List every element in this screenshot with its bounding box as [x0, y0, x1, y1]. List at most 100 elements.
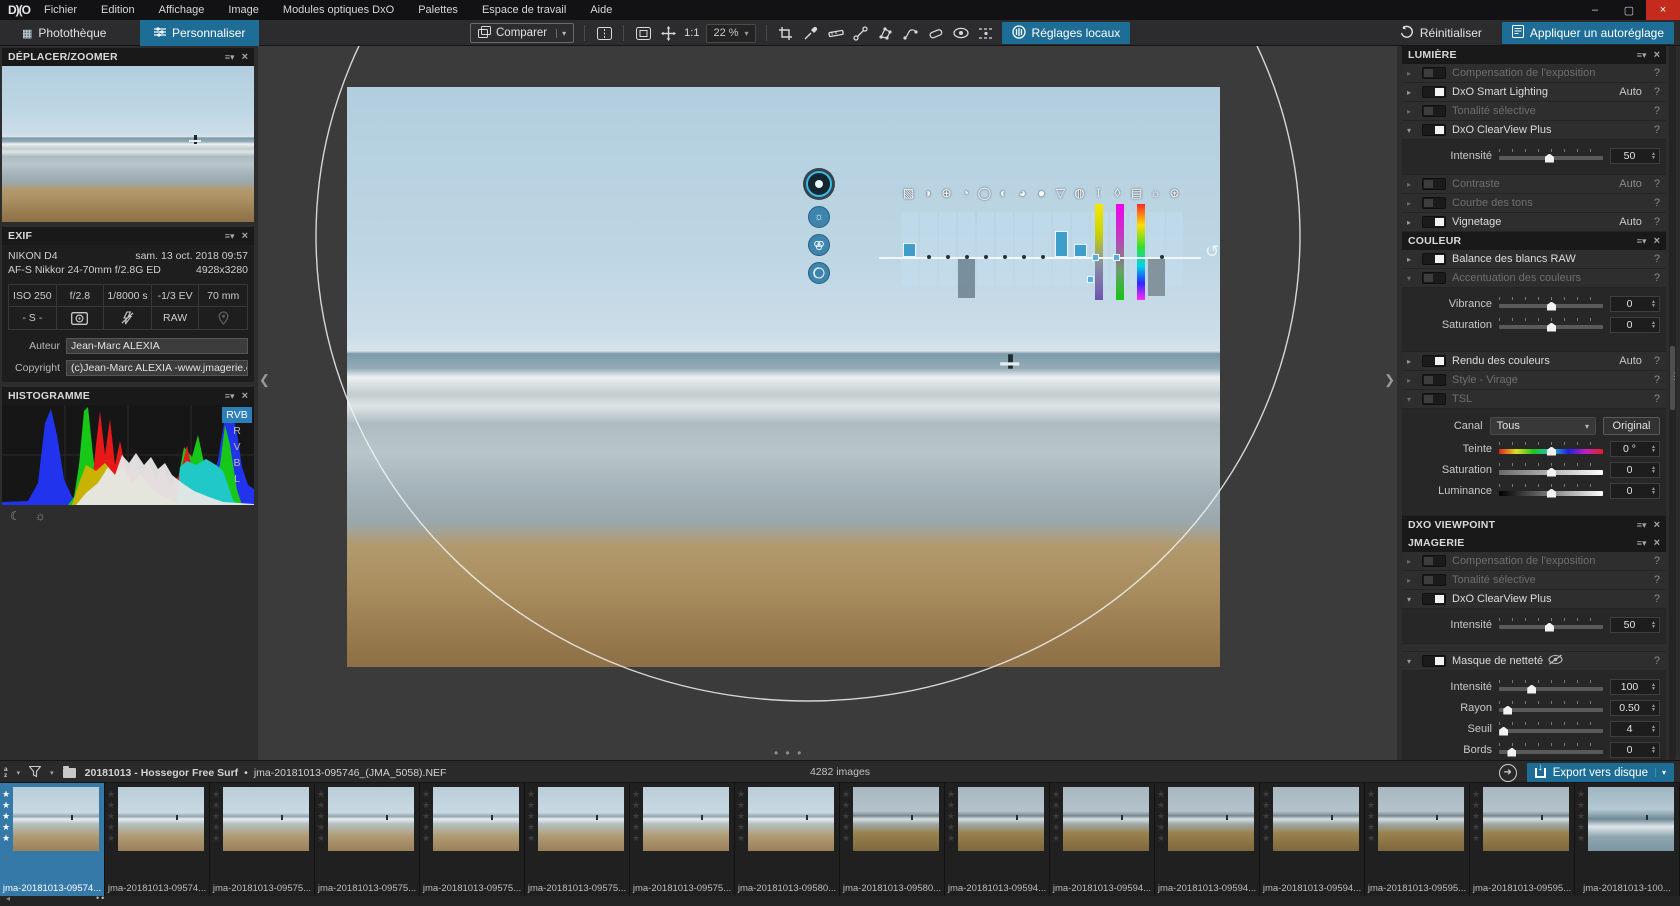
channel-v[interactable]: V — [222, 439, 252, 455]
filmstrip-thumbnail[interactable]: ★★★★★ jma-20181013-100... — [1575, 783, 1680, 896]
row-jm-clearview[interactable]: ▾ DxO ClearView Plus ? — [1402, 590, 1666, 609]
caret-icon[interactable]: ▾ — [1407, 395, 1416, 404]
crop-tool-icon[interactable] — [777, 24, 795, 42]
row-tsl[interactable]: ▾ TSL ? — [1402, 390, 1666, 409]
equalizer-handle[interactable] — [1092, 254, 1099, 261]
help-icon[interactable]: ? — [1654, 355, 1660, 367]
horizon-tool-icon[interactable] — [827, 24, 845, 42]
row-masque-nettete[interactable]: ▾ Masque de netteté ? — [1402, 652, 1666, 671]
stepper-icon[interactable]: ▲▼ — [1648, 152, 1659, 160]
equalizer-bar[interactable] — [1074, 244, 1087, 257]
show-mask-eye-icon[interactable] — [952, 24, 970, 42]
gradient-strip-temperature[interactable] — [1095, 204, 1103, 300]
channel-l[interactable]: L — [222, 471, 252, 487]
teinte-value[interactable]: 0 °▲▼ — [1610, 441, 1660, 457]
filmstrip-thumbnail[interactable]: ★★★★★ jma-20181013-09575... — [420, 783, 525, 896]
toggle[interactable] — [1422, 374, 1446, 386]
adjustment-channel-icon[interactable]: ● — [1035, 185, 1048, 200]
adjustment-channel-icon[interactable]: ▽ — [1054, 185, 1067, 200]
star-rating[interactable]: ★★★★★ — [842, 789, 850, 844]
stepper-icon[interactable]: ▲▼ — [1648, 746, 1659, 754]
color-settings-button[interactable] — [808, 234, 830, 256]
adjustment-channel-icon[interactable]: ⊛ — [1168, 185, 1181, 200]
caret-icon[interactable]: ▸ — [1407, 218, 1416, 227]
panel-menu-icon[interactable]: ≡▾ — [1637, 538, 1647, 549]
filmstrip-thumbnail[interactable]: ★★★★★ jma-20181013-09575... — [630, 783, 735, 896]
panel-close-icon[interactable]: × — [1654, 537, 1660, 549]
filmstrip-thumbnail[interactable]: ★★★★★ jma-20181013-09594... — [945, 783, 1050, 896]
maximize-button[interactable]: ▢ — [1612, 0, 1646, 20]
caret-icon[interactable]: ▸ — [1407, 576, 1416, 585]
help-icon[interactable]: ? — [1654, 216, 1660, 228]
toggle[interactable] — [1422, 355, 1446, 367]
luminance-value[interactable]: 0▲▼ — [1610, 483, 1660, 499]
stepper-icon[interactable]: ▲▼ — [1648, 300, 1659, 308]
highlight-clipping-icon[interactable]: ☼ — [35, 509, 46, 523]
panel-close-icon[interactable]: × — [242, 51, 248, 63]
menu-aide[interactable]: Aide — [590, 4, 612, 16]
star-rating[interactable]: ★★★★★ — [1262, 789, 1270, 844]
gradient-strip-hue[interactable] — [1137, 204, 1145, 300]
star-rating[interactable]: ★★★★★ — [1367, 789, 1375, 844]
scroll-left-icon[interactable]: ◂ — [6, 894, 10, 903]
adjustment-channel-icon[interactable]: ◊ — [1111, 185, 1124, 200]
toggle[interactable] — [1422, 655, 1446, 667]
stepper-icon[interactable]: ▲▼ — [1648, 704, 1659, 712]
help-icon[interactable]: ? — [1654, 67, 1660, 79]
filmstrip-thumbnail[interactable]: ★★★★★ jma-20181013-09594... — [1260, 783, 1365, 896]
caret-icon[interactable]: ▾ — [1407, 274, 1416, 283]
sort-icon[interactable]: az — [4, 767, 8, 779]
menu-fichier[interactable]: Fichier — [44, 4, 77, 16]
masque-intensity-slider[interactable] — [1499, 679, 1603, 695]
help-icon[interactable]: ? — [1654, 105, 1660, 117]
row-courbe-des-tons[interactable]: ▸ Courbe des tons ? — [1402, 194, 1666, 213]
caret-icon[interactable]: ▸ — [1407, 255, 1416, 264]
toggle[interactable] — [1422, 216, 1446, 228]
toggle[interactable] — [1422, 197, 1446, 209]
star-rating[interactable]: ★★★★★ — [1472, 789, 1480, 844]
reinitialiser-button[interactable]: Réinitialiser — [1392, 22, 1490, 44]
row-contraste[interactable]: ▸ Contraste Auto ? — [1402, 175, 1666, 194]
equalizer-bar[interactable] — [1055, 231, 1068, 257]
local-adjust-equalizer[interactable] — [901, 212, 1183, 286]
luminance-slider[interactable] — [1499, 483, 1603, 499]
filmstrip-thumbnail[interactable]: ★★★★★ jma-20181013-09575... — [210, 783, 315, 896]
help-icon[interactable]: ? — [1654, 124, 1660, 136]
current-folder[interactable]: 20181013 - Hossegor Free Surf — [85, 767, 239, 779]
adjustment-channel-icon[interactable]: ◐ — [997, 185, 1010, 200]
filmstrip-thumbnail[interactable]: ★★★★★ jma-20181013-09594... — [1155, 783, 1260, 896]
help-icon[interactable]: ? — [1654, 593, 1660, 605]
zoom-level-select[interactable]: 22 %▾ — [706, 24, 755, 43]
star-rating[interactable]: ★★★★★ — [1157, 789, 1165, 844]
split-view-icon[interactable] — [595, 24, 613, 42]
row-tonalite-selective[interactable]: ▸ Tonalité sélective ? — [1402, 102, 1666, 121]
collapse-right-panel-chevron[interactable]: ❯ — [1384, 372, 1395, 388]
appliquer-autoreglage-button[interactable]: Appliquer un autoréglage — [1502, 22, 1674, 44]
caret-icon[interactable]: ▸ — [1407, 357, 1416, 366]
filmstrip-thumbnail[interactable]: ★★★★★ jma-20181013-09595... — [1470, 783, 1575, 896]
star-rating[interactable]: ★★★★★ — [422, 789, 430, 844]
export-vers-disque-button[interactable]: Export vers disque ▾ — [1527, 763, 1674, 782]
control-polygon-icon[interactable] — [877, 24, 895, 42]
equalizer-negative-bar[interactable] — [958, 258, 975, 298]
filmstrip-thumbnail[interactable]: ★★★★★ jma-20181013-09574... — [105, 783, 210, 896]
stepper-icon[interactable]: ▲▼ — [1648, 487, 1659, 495]
equalizer-bar[interactable] — [903, 243, 916, 257]
toggle[interactable] — [1422, 555, 1446, 567]
caret-icon[interactable]: ▸ — [1407, 107, 1416, 116]
filmstrip-scrollbar[interactable]: ◂ •• — [0, 896, 1680, 906]
star-rating[interactable]: ★★★★★ — [1577, 789, 1585, 844]
toggle[interactable] — [1422, 574, 1446, 586]
masque-bords-slider[interactable] — [1499, 742, 1603, 758]
help-icon[interactable]: ? — [1654, 574, 1660, 586]
adjustment-channel-icon[interactable]: ◕ — [1016, 185, 1029, 200]
filmstrip-thumbnail[interactable]: ★★★★★ jma-20181013-09580... — [735, 783, 840, 896]
panel-close-icon[interactable]: × — [242, 230, 248, 242]
masque-seuil-slider[interactable] — [1499, 721, 1603, 737]
control-points-icon[interactable] — [852, 24, 870, 42]
caret-icon[interactable]: ▸ — [1407, 88, 1416, 97]
filmstrip-thumbnail[interactable]: ★★★★★ jma-20181013-09580... — [840, 783, 945, 896]
white-balance-picker-icon[interactable] — [802, 24, 820, 42]
caret-icon[interactable]: ▸ — [1407, 180, 1416, 189]
equalizer-reset-icon[interactable]: ↺ — [1205, 242, 1219, 262]
